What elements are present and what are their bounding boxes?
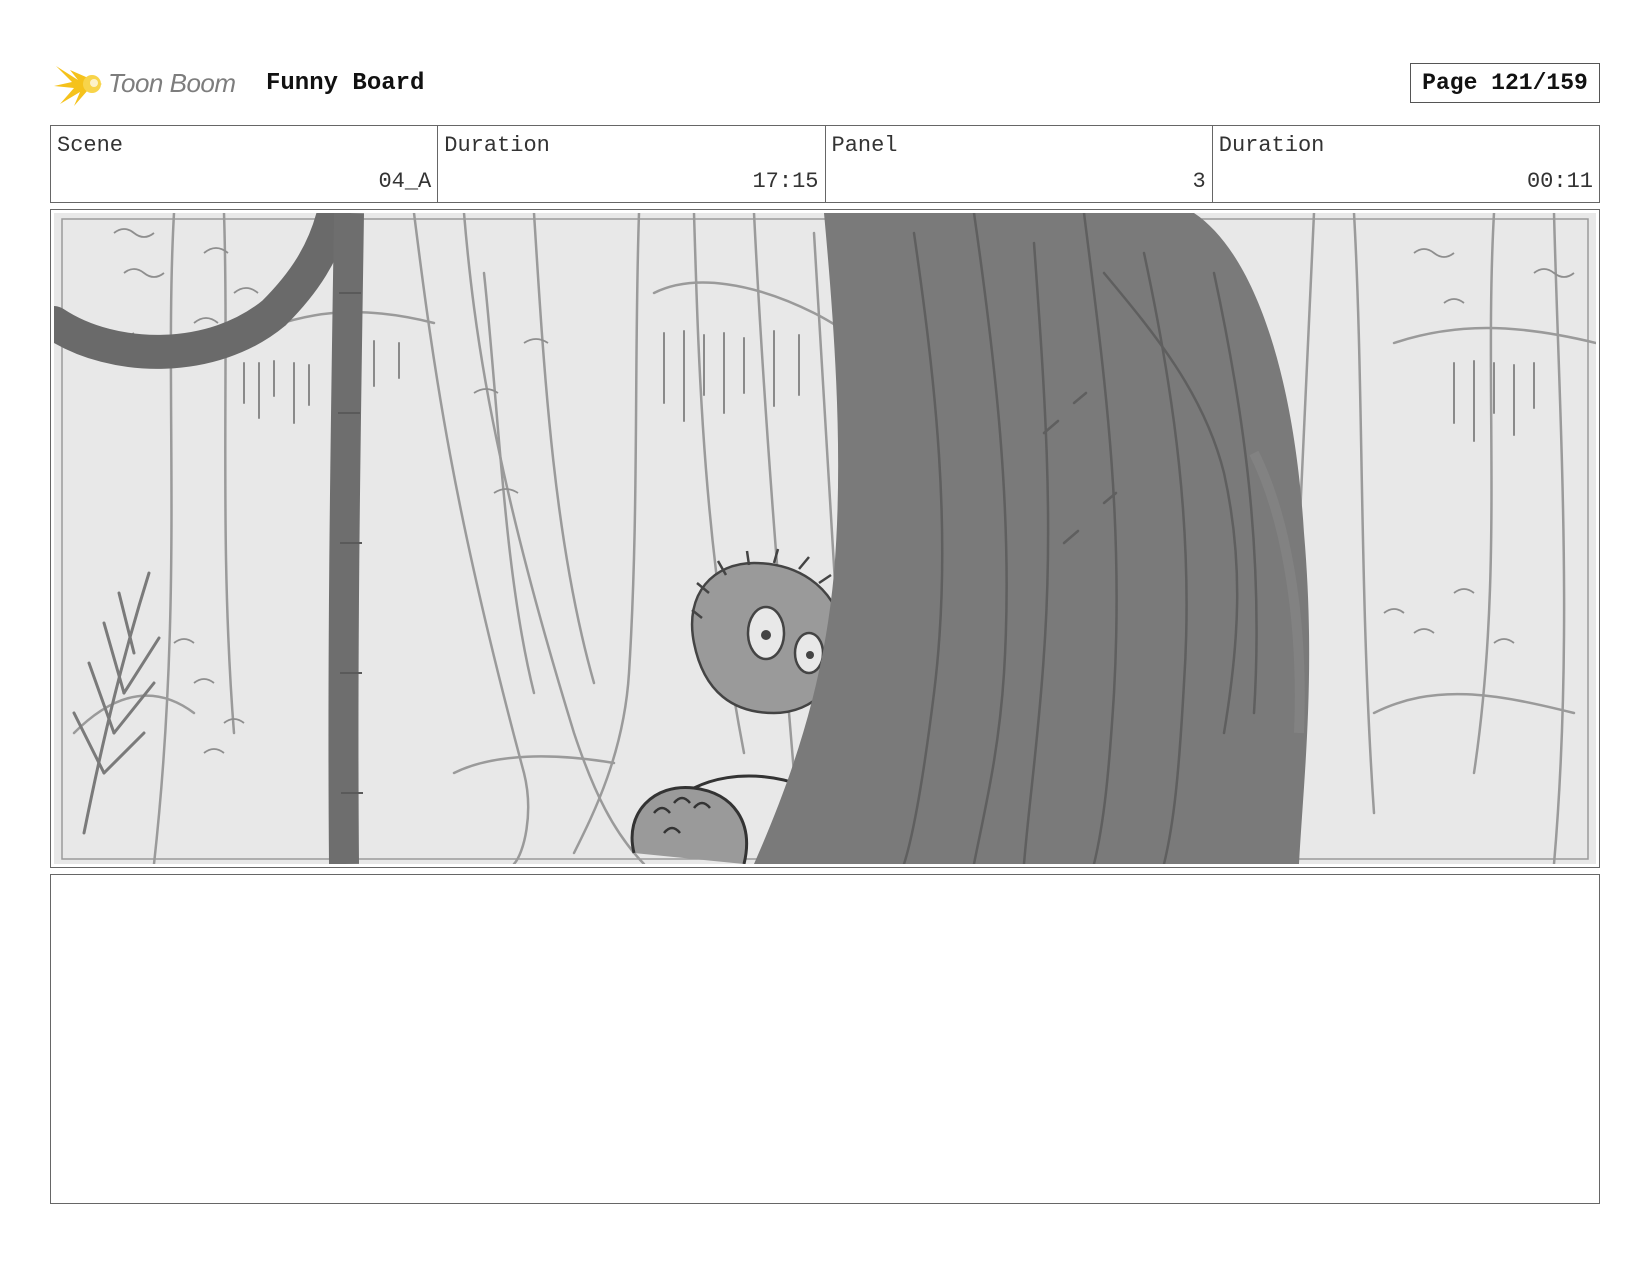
- panel-info-table: Scene 04_A Duration 17:15 Panel 3 Durati…: [50, 125, 1600, 203]
- starburst-icon: [54, 66, 102, 106]
- scene-duration-label: Duration: [444, 133, 550, 158]
- toon-boom-logo: Toon Boom: [52, 58, 252, 110]
- board-title: Funny Board: [266, 70, 425, 97]
- scene-duration-cell: Duration 17:15: [437, 126, 824, 202]
- scene-cell: Scene 04_A: [51, 126, 437, 202]
- scene-duration-value: 17:15: [752, 169, 819, 194]
- scene-value: 04_A: [378, 169, 432, 194]
- panel-duration-label: Duration: [1218, 133, 1325, 158]
- panel-notes-box: [50, 874, 1600, 1204]
- panel-value: 3: [1192, 169, 1206, 194]
- panel-cell: Panel 3: [824, 126, 1212, 202]
- scene-label: Scene: [57, 133, 124, 158]
- panel-duration-cell: Duration 00:11: [1211, 126, 1599, 202]
- panel-sketch-image: [54, 213, 1596, 864]
- panel-duration-value: 00:11: [1526, 169, 1593, 194]
- storyboard-panel: [50, 209, 1600, 868]
- page-indicator: Page 121/159: [1410, 63, 1600, 103]
- logo-text: Toon Boom: [108, 68, 236, 98]
- panel-label: Panel: [831, 133, 898, 158]
